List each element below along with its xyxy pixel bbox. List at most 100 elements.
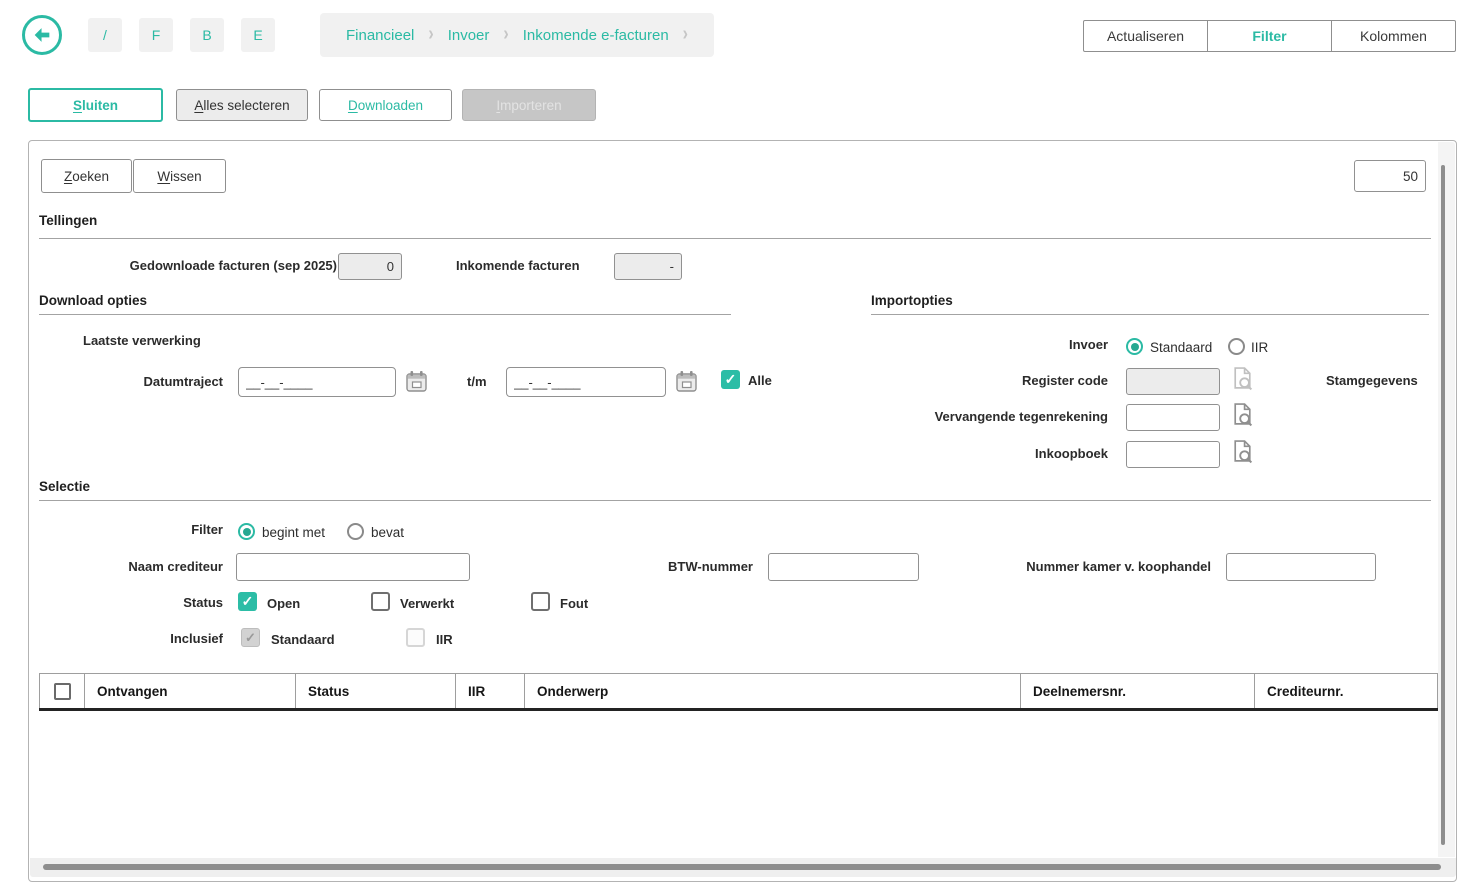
alles-selecteren-button[interactable]: Alles selecteren — [176, 89, 308, 121]
filter-bevat-label: bevat — [371, 525, 404, 540]
document-search-icon — [1232, 402, 1253, 427]
invoer-label: Invoer — [848, 337, 1108, 352]
downloaded-invoices-value — [338, 253, 402, 280]
naam-crediteur-label: Naam crediteur — [83, 559, 223, 574]
section-divider — [39, 238, 1431, 239]
results-table-body — [39, 711, 1438, 856]
calendar-icon — [675, 369, 698, 393]
filter-panel: Zoeken Wissen Tellingen Gedownloade fact… — [28, 140, 1457, 882]
quick-button-slash[interactable]: / — [88, 18, 122, 52]
column-header-crediteurnr[interactable]: Crediteurnr. — [1255, 674, 1438, 708]
view-actions: Actualiseren Filter Kolommen — [1083, 20, 1456, 52]
section-divider — [871, 314, 1429, 315]
date-to-input[interactable] — [506, 367, 666, 397]
breadcrumb-item-financieel[interactable]: Financieel — [346, 27, 414, 44]
vertical-scrollbar-thumb[interactable] — [1441, 165, 1445, 845]
inkoopboek-input[interactable] — [1126, 441, 1220, 468]
invoer-standaard-label: Standaard — [1150, 340, 1212, 355]
kolommen-button[interactable]: Kolommen — [1331, 20, 1456, 52]
filter-label: Filter — [83, 522, 223, 537]
vervangende-tegenrekening-input[interactable] — [1126, 404, 1220, 431]
column-header-iir[interactable]: IIR — [456, 674, 525, 708]
status-verwerkt-label: Verwerkt — [400, 596, 454, 611]
actualiseren-button[interactable]: Actualiseren — [1083, 20, 1208, 52]
download-opties-section-title: Download opties — [39, 293, 147, 308]
calendar-icon — [405, 369, 428, 393]
inclusief-label: Inclusief — [83, 631, 223, 646]
filter-begint-met-radio[interactable] — [238, 523, 255, 540]
alle-checkbox-label: Alle — [748, 373, 772, 388]
document-search-icon — [1232, 366, 1253, 391]
chevron-right-icon: › — [503, 24, 508, 47]
date-from-input[interactable] — [238, 367, 396, 397]
inclusief-standaard-label: Standaard — [271, 632, 335, 647]
invoer-iir-label: IIR — [1251, 340, 1268, 355]
quick-buttons: / F B E — [88, 18, 275, 52]
status-open-label: Open — [267, 596, 300, 611]
column-header-status[interactable]: Status — [296, 674, 456, 708]
date-to-calendar-button[interactable] — [675, 369, 698, 396]
quick-button-f[interactable]: F — [139, 18, 173, 52]
naam-crediteur-input[interactable] — [236, 553, 470, 581]
filter-button[interactable]: Filter — [1207, 20, 1332, 52]
tellingen-section-title: Tellingen — [39, 213, 97, 228]
back-button[interactable] — [22, 15, 62, 55]
status-open-checkbox[interactable]: ✓ — [238, 592, 257, 611]
quick-button-b[interactable]: B — [190, 18, 224, 52]
status-label: Status — [83, 595, 223, 610]
inkoopboek-lookup-button[interactable] — [1232, 439, 1253, 467]
column-header-ontvangen[interactable]: Ontvangen — [85, 674, 296, 708]
results-table-header: Ontvangen Status IIR Onderwerp Deelnemer… — [39, 673, 1438, 711]
document-search-icon — [1232, 439, 1253, 464]
inclusief-iir-checkbox — [406, 628, 425, 647]
chevron-right-icon: › — [428, 24, 433, 47]
select-all-checkbox[interactable] — [54, 683, 71, 700]
breadcrumb-item-invoer[interactable]: Invoer — [448, 27, 490, 44]
importeren-button: Importeren — [462, 89, 596, 121]
inkoopboek-label: Inkoopboek — [848, 446, 1108, 461]
register-code-lookup-button — [1232, 366, 1253, 394]
register-code-label: Register code — [848, 373, 1108, 388]
status-fout-checkbox[interactable] — [531, 592, 550, 611]
importopties-section-title: Importopties — [871, 293, 953, 308]
invoer-standaard-radio[interactable] — [1126, 338, 1143, 355]
select-all-cell — [39, 674, 85, 708]
quick-button-e[interactable]: E — [241, 18, 275, 52]
selectie-section-title: Selectie — [39, 479, 90, 494]
kvk-nummer-input[interactable] — [1226, 553, 1376, 581]
laatste-verwerking-label: Laatste verwerking — [83, 333, 201, 348]
filter-bevat-radio[interactable] — [347, 523, 364, 540]
inclusief-iir-label: IIR — [436, 632, 453, 647]
vervangende-tegenrekening-label: Vervangende tegenrekening — [848, 409, 1108, 424]
wissen-button[interactable]: Wissen — [133, 159, 226, 193]
status-fout-label: Fout — [560, 596, 588, 611]
section-divider — [39, 500, 1431, 501]
zoeken-button[interactable]: Zoeken — [41, 159, 132, 193]
stamgegevens-label[interactable]: Stamgegevens — [1326, 373, 1418, 388]
chevron-right-icon: › — [683, 24, 688, 47]
register-code-input — [1126, 368, 1220, 395]
date-from-calendar-button[interactable] — [405, 369, 428, 396]
datumtraject-label: Datumtraject — [83, 374, 223, 389]
through-label: t/m — [467, 374, 487, 389]
incoming-invoices-value — [614, 253, 682, 280]
alle-checkbox[interactable]: ✓ — [721, 370, 740, 389]
downloaden-button[interactable]: Downloaden — [319, 89, 452, 121]
back-arrow-icon — [31, 24, 53, 46]
inclusief-standaard-checkbox: ✓ — [241, 628, 260, 647]
horizontal-scrollbar-thumb[interactable] — [43, 864, 1441, 870]
status-verwerkt-checkbox[interactable] — [371, 592, 390, 611]
btw-nummer-label: BTW-nummer — [603, 559, 753, 574]
btw-nummer-input[interactable] — [768, 553, 919, 581]
page-size-input[interactable] — [1354, 160, 1426, 192]
kvk-nummer-label: Nummer kamer v. koophandel — [941, 559, 1211, 574]
vervangende-tegenrekening-lookup-button[interactable] — [1232, 402, 1253, 430]
breadcrumb-item-inkomende-e-facturen[interactable]: Inkomende e-facturen — [523, 27, 669, 44]
invoer-iir-radio[interactable] — [1228, 338, 1245, 355]
column-header-onderwerp[interactable]: Onderwerp — [525, 674, 1021, 708]
column-header-deelnemersnr[interactable]: Deelnemersnr. — [1021, 674, 1255, 708]
section-divider — [39, 314, 731, 315]
incoming-invoices-label: Inkomende facturen — [456, 258, 580, 273]
sluiten-button[interactable]: Sluiten — [28, 88, 163, 122]
filter-begint-met-label: begint met — [262, 525, 325, 540]
